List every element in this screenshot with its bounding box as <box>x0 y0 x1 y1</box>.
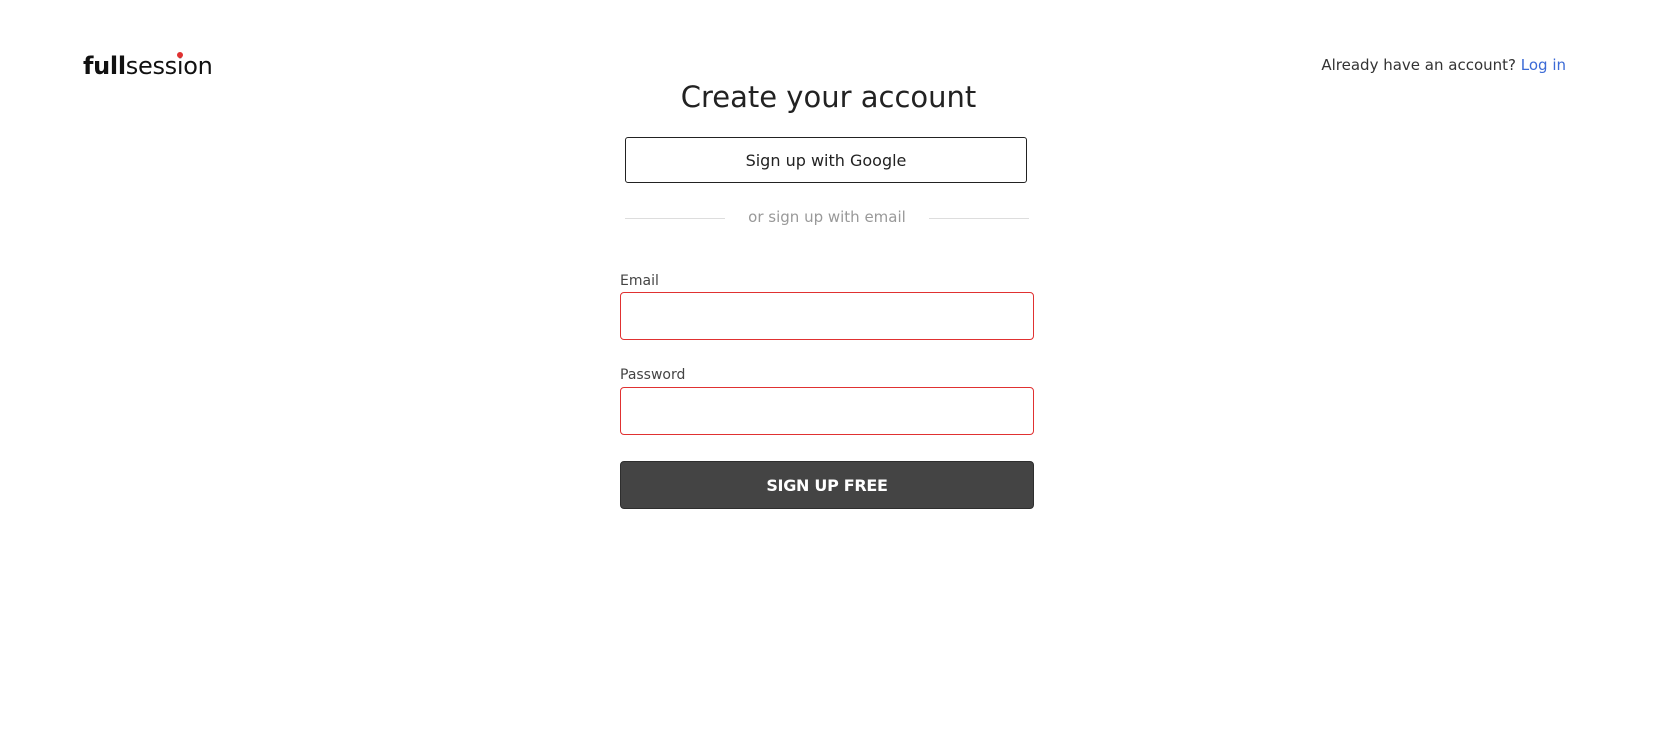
email-input[interactable] <box>620 292 1034 340</box>
logo-i-with-dot: i <box>177 50 184 82</box>
page-title: Create your account <box>680 80 977 114</box>
divider-line-right <box>929 218 1029 219</box>
divider-text: or sign up with email <box>748 208 906 226</box>
password-label: Password <box>620 367 686 383</box>
login-prompt-text: Already have an account? <box>1321 56 1516 74</box>
logo-red-dot-icon <box>177 52 184 58</box>
email-divider: or sign up with email <box>625 208 1029 228</box>
login-link[interactable]: Log in <box>1521 56 1566 74</box>
login-prompt: Already have an account? Log in <box>1321 56 1566 74</box>
logo-text-bold: full <box>83 52 126 80</box>
signup-free-button[interactable]: SIGN UP FREE <box>620 461 1034 509</box>
google-signup-button[interactable]: Sign up with Google <box>625 137 1027 183</box>
email-label: Email <box>620 273 659 289</box>
fullsession-logo[interactable]: fullsess ion <box>83 50 213 82</box>
logo-text-light-pre: sess <box>125 52 177 80</box>
logo-text-light-post: on <box>183 52 213 80</box>
password-input[interactable] <box>620 387 1034 435</box>
